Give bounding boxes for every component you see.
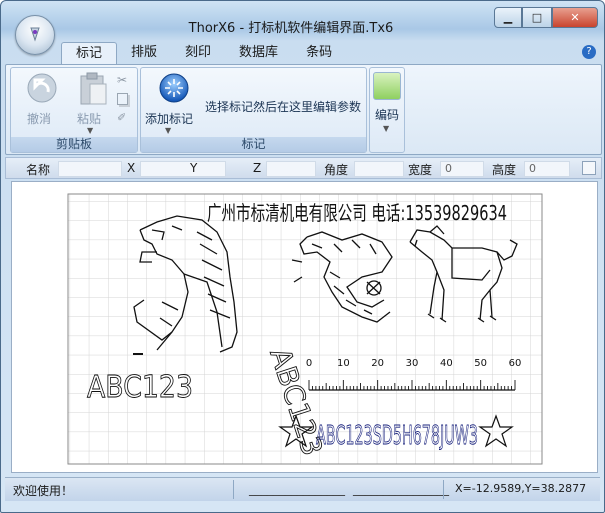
name-field[interactable] (58, 161, 122, 177)
format-painter-icon[interactable]: ✐ (117, 111, 130, 124)
copy-icon[interactable] (117, 93, 128, 105)
cursor-coordinates: X=-12.9589,Y=38.2877 (455, 482, 587, 495)
width-field[interactable]: 0 (440, 161, 484, 177)
minimize-icon: ▁ (503, 11, 513, 24)
paste-label: 粘贴 (76, 112, 101, 126)
paste-button[interactable]: 粘贴 ▼ (67, 72, 111, 135)
height-label: 高度 (492, 163, 517, 177)
add-mark-label: 添加标记 (144, 112, 193, 126)
window-title: ThorX6 - 打标机软件编辑界面.Tx6 (188, 21, 394, 36)
tab-database[interactable]: 数据库 (225, 42, 292, 64)
text-object-2[interactable]: ABC123SD5H678JUW3 (316, 421, 479, 452)
cut-icon[interactable]: ✂ (117, 74, 130, 87)
ribbon-panel: 撤消 粘贴 ▼ ✂ ✐ 剪贴板 添加标记 ▼ 选择标记然后在这里编辑参数 标记 … (5, 64, 602, 155)
mark-group: 添加标记 ▼ 选择标记然后在这里编辑参数 标记 (140, 67, 367, 153)
status-message: 欢迎使用！ (13, 484, 74, 498)
x-field[interactable] (140, 161, 226, 177)
undo-label: 撤消 (26, 112, 51, 126)
x-label: X (127, 161, 136, 175)
title-bar: ThorX6 - 打标机软件编辑界面.Tx6 ▁ □ ✕ (1, 1, 604, 55)
clipboard-group: 撤消 粘贴 ▼ ✂ ✐ 剪贴板 (10, 67, 138, 153)
status-field-2: ________________ (353, 482, 449, 496)
maximize-button[interactable]: □ (522, 7, 552, 28)
company-text[interactable]: 广州市标清机电有限公司 电话:13539829634 (207, 201, 507, 225)
tab-mark[interactable]: 标记 (61, 42, 118, 65)
ruler-label: 20 (371, 358, 384, 369)
name-label: 名称 (26, 163, 51, 177)
canvas-drawing: 广州市标清机电有限公司 电话:13539829634 ABC123 ABC123… (67, 193, 543, 465)
lock-ratio-icon[interactable] (582, 161, 596, 175)
tab-layout[interactable]: 排版 (117, 42, 171, 64)
undo-button[interactable]: 撤消 (17, 72, 61, 126)
code-dropdown-icon: ▼ (383, 124, 390, 133)
app-window: ThorX6 - 打标机软件编辑界面.Tx6 ▁ □ ✕ 标记 排版 刻印 数据… (0, 0, 605, 513)
close-button[interactable]: ✕ (552, 7, 598, 28)
code-label: 编码 (374, 108, 399, 122)
minimize-button[interactable]: ▁ (494, 7, 522, 28)
undo-icon (27, 73, 57, 103)
add-mark-button[interactable]: 添加标记 ▼ (143, 72, 195, 135)
properties-bar: 名称 X Y Z 角度 宽度 0 高度 0 (5, 157, 602, 179)
paste-dropdown-icon: ▼ (87, 126, 94, 135)
mark-group-label: 标记 (141, 137, 366, 152)
help-icon[interactable]: ? (582, 45, 596, 59)
width-label: 宽度 (408, 163, 433, 177)
close-icon: ✕ (570, 11, 580, 24)
add-mark-icon (159, 73, 189, 103)
add-mark-dropdown-icon: ▼ (165, 126, 172, 135)
edit-hint-text: 选择标记然后在这里编辑参数 (205, 100, 362, 114)
z-field[interactable] (266, 161, 316, 177)
angle-field[interactable] (354, 161, 404, 177)
design-canvas[interactable]: 广州市标清机电有限公司 电话:13539829634 ABC123 ABC123… (11, 181, 598, 473)
z-label: Z (253, 161, 262, 175)
clipboard-group-label: 剪贴板 (11, 137, 137, 152)
ruler-label: 50 (474, 358, 487, 369)
y-label: Y (190, 161, 198, 175)
ruler-label: 60 (509, 358, 522, 369)
ruler-label: 10 (337, 358, 350, 369)
app-menu-button[interactable] (15, 15, 55, 55)
status-field-1: ________________ (249, 482, 345, 496)
ruler-label: 30 (406, 358, 419, 369)
paste-icon (80, 72, 106, 105)
code-button[interactable]: 编码 ▼ (371, 70, 403, 133)
text-object-1[interactable]: ABC123 (87, 370, 194, 406)
app-logo-icon (30, 27, 40, 42)
ruler-label: 0 (306, 358, 312, 369)
status-bar: 欢迎使用！ ________________ ________________ … (5, 477, 600, 501)
tab-engrave[interactable]: 刻印 (171, 42, 225, 64)
angle-label: 角度 (324, 163, 349, 177)
code-group: 编码 ▼ (369, 67, 405, 153)
height-field[interactable]: 0 (524, 161, 570, 177)
ruler-label: 40 (440, 358, 453, 369)
code-icon (373, 72, 401, 100)
maximize-icon: □ (531, 11, 543, 24)
tab-barcode[interactable]: 条码 (292, 42, 346, 64)
ribbon-tabs: 标记 排版 刻印 数据库 条码 (61, 42, 346, 65)
